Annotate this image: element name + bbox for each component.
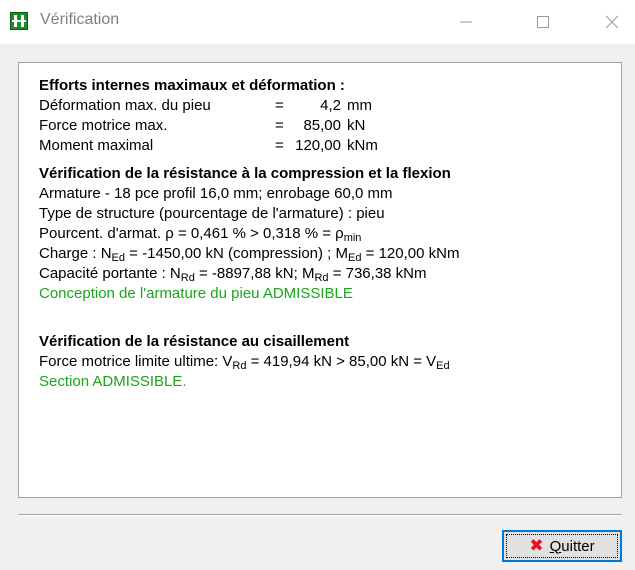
reinforcement-result: Conception de l'armature du pieu ADMISSI… xyxy=(39,285,353,302)
shear-sub-ved: Ed xyxy=(436,360,450,372)
ratio-sub: min xyxy=(343,232,362,244)
quit-button-label: Quitter xyxy=(550,538,595,555)
results-content: Efforts internes maximaux et déformation… xyxy=(39,76,611,392)
shear-text: Force motrice limite ultime: VRd = 419,9… xyxy=(39,352,611,372)
section-heading-compression-bending: Vérification de la résistance à la compr… xyxy=(39,165,451,182)
force-value: 85,00 xyxy=(303,117,341,134)
armature-text: Armature - 18 pce profil 16,0 mm; enroba… xyxy=(39,185,393,202)
shear-prefix: Force motrice limite ultime: V xyxy=(39,353,233,370)
force-label: Force motrice max. xyxy=(39,117,168,134)
shear-result: Section ADMISSIBLE. xyxy=(39,373,187,390)
charge-suffix: = 120,00 kNm xyxy=(361,245,460,262)
ratio-prefix: Pourcent. d'armat. ρ = 0,461 % > 0,318 %… xyxy=(39,225,344,242)
capacity-prefix: Capacité portante : N xyxy=(39,265,181,282)
force-eq: = xyxy=(275,117,284,134)
reinforcement-ratio-text: Pourcent. d'armat. ρ = 0,461 % > 0,318 %… xyxy=(39,224,611,244)
structure-type-text: Type de structure (pourcentage de l'arma… xyxy=(39,205,385,222)
deformation-unit: mm xyxy=(347,97,372,114)
capacity-sub-mrd: Rd xyxy=(314,272,329,284)
capacity-suffix: = 736,38 kNm xyxy=(328,265,427,282)
footer-separator xyxy=(18,514,622,516)
geo5-app-icon xyxy=(10,12,28,30)
capacity-text: Capacité portante : NRd = -8897,88 kN; M… xyxy=(39,264,611,284)
shear-mid: = 419,94 kN > 85,00 kN = V xyxy=(246,353,437,370)
charge-prefix: Charge : N xyxy=(39,245,112,262)
quit-label-rest: uitter xyxy=(561,537,595,555)
close-button[interactable] xyxy=(589,0,635,44)
quit-mnemonic: Q xyxy=(549,537,562,555)
charge-sub-med: Ed xyxy=(348,252,362,264)
row-force: Force motrice max. = 85,00 kN xyxy=(39,116,611,136)
title-bar: Vérification xyxy=(0,0,635,44)
row-moment: Moment maximal = 120,00 kNm xyxy=(39,136,611,156)
force-unit: kN xyxy=(347,117,366,134)
window-title: Vérification xyxy=(40,11,120,28)
minimize-button[interactable] xyxy=(443,0,489,44)
close-icon xyxy=(605,15,619,29)
charge-text: Charge : NEd = -1450,00 kN (compression)… xyxy=(39,244,611,264)
row-deformation: Déformation max. du pieu = 4,2 mm xyxy=(39,96,611,116)
shear-sub-vrd: Rd xyxy=(232,360,247,372)
results-panel: Efforts internes maximaux et déformation… xyxy=(18,62,622,498)
deformation-eq: = xyxy=(275,97,284,114)
minimize-icon xyxy=(460,21,472,23)
moment-value: 120,00 xyxy=(295,137,341,154)
capacity-mid: = -8897,88 kN; M xyxy=(194,265,315,282)
section-heading-shear: Vérification de la résistance au cisaill… xyxy=(39,333,350,350)
red-x-icon: ✖ xyxy=(529,536,544,555)
maximize-icon xyxy=(537,16,549,28)
moment-label: Moment maximal xyxy=(39,137,154,154)
section-heading-internal-forces: Efforts internes maximaux et déformation… xyxy=(39,77,345,94)
moment-unit: kNm xyxy=(347,137,378,154)
maximize-button[interactable] xyxy=(520,0,566,44)
moment-eq: = xyxy=(275,137,284,154)
charge-mid: = -1450,00 kN (compression) ; M xyxy=(125,245,349,262)
quit-button[interactable]: ✖ Quitter xyxy=(502,530,622,562)
charge-sub-ned: Ed xyxy=(111,252,126,264)
deformation-label: Déformation max. du pieu xyxy=(39,97,211,114)
deformation-value: 4,2 xyxy=(320,97,341,114)
capacity-sub-nrd: Rd xyxy=(180,272,195,284)
